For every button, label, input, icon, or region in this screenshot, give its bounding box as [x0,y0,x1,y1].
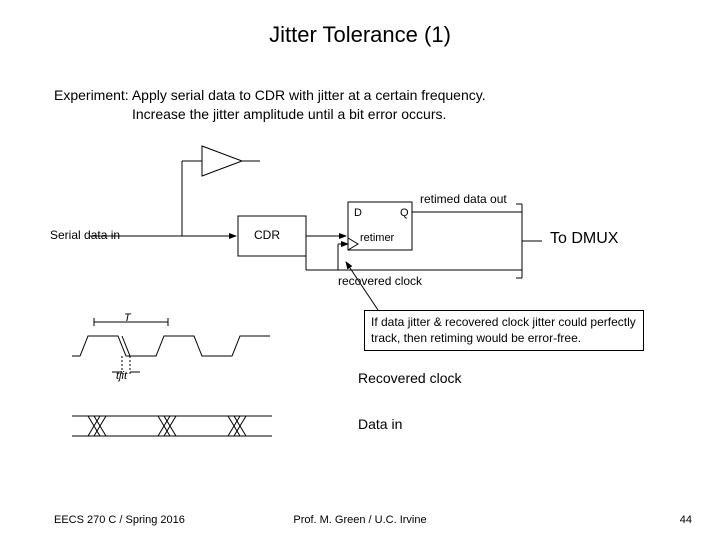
retimed-out-label: retimed data out [420,192,507,206]
cdr-label: CDR [254,228,280,242]
data-in-section-label: Data in [358,416,402,432]
svg-text:Q: Q [400,207,409,219]
recovered-clock-section-label: Recovered clock [358,370,462,386]
experiment-line-1: Experiment: Apply serial data to CDR wit… [54,86,666,105]
footer-right: 44 [680,514,692,526]
svg-text:D: D [354,207,362,219]
to-dmux-label: To DMUX [550,230,618,248]
serial-in-label: Serial data in [50,228,120,242]
experiment-text: Experiment: Apply serial data to CDR wit… [54,86,666,124]
callout-box: If data jitter & recovered clock jitter … [364,310,644,351]
timing-data-in [72,408,272,444]
retimer-label: retimer [360,232,394,244]
period-label: T [124,312,131,324]
timing-recovered-clock: T tjit [72,314,272,384]
page-title: Jitter Tolerance (1) [0,22,720,48]
experiment-line-2: Increase the jitter amplitude until a bi… [54,105,666,124]
jitter-label: tjit [116,370,127,382]
footer-center: Prof. M. Green / U.C. Irvine [0,514,720,526]
callout-arrow [338,256,398,316]
